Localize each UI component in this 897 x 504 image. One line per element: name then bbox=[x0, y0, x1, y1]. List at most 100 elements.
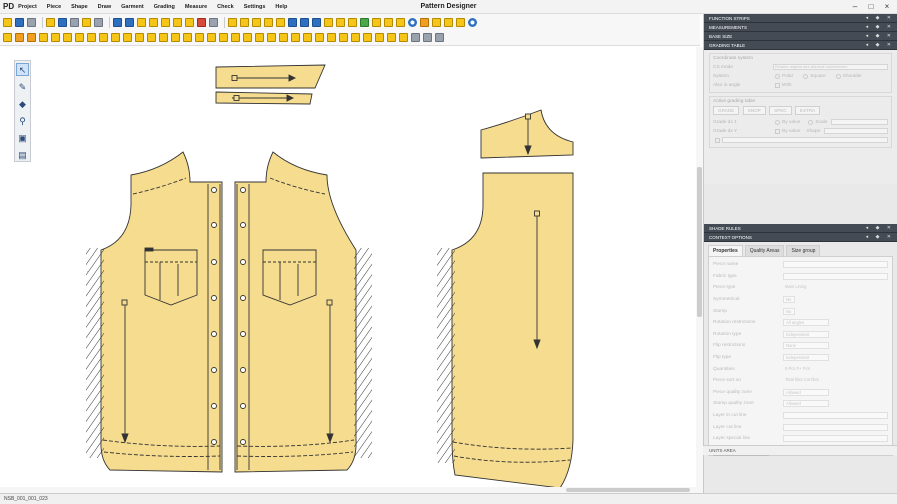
pattern-canvas[interactable] bbox=[0, 47, 703, 487]
shape-tool-icon[interactable] bbox=[195, 33, 204, 42]
flip-restrictions-select[interactable]: None bbox=[783, 342, 829, 350]
measure-icon[interactable] bbox=[276, 17, 285, 27]
measure-icon[interactable] bbox=[228, 17, 237, 27]
marker-icon[interactable] bbox=[324, 17, 333, 27]
marker-icon[interactable] bbox=[348, 17, 357, 27]
dock-base-size[interactable]: BASE SIZE ◂ ◆ ✕ bbox=[704, 32, 897, 41]
zoom-out-icon[interactable] bbox=[300, 17, 309, 27]
table-checkbox[interactable] bbox=[715, 137, 720, 143]
shape-tool-icon[interactable] bbox=[219, 33, 228, 42]
shape-tool-icon[interactable] bbox=[423, 33, 432, 42]
maximize-icon[interactable]: □ bbox=[863, 1, 879, 13]
open-icon[interactable] bbox=[15, 17, 24, 27]
print-icon[interactable] bbox=[94, 17, 103, 27]
radio-scale[interactable] bbox=[808, 119, 814, 125]
dock-controls-icon[interactable]: ◂ ◆ ✕ bbox=[866, 224, 894, 233]
vertical-scrollbar[interactable] bbox=[696, 47, 703, 487]
shape-tool-icon[interactable] bbox=[27, 33, 36, 42]
quantities-field[interactable]: 0 Pcs F+ Pcs bbox=[783, 366, 888, 373]
piece-icon[interactable] bbox=[149, 17, 158, 27]
shape-tool-icon[interactable] bbox=[267, 33, 276, 42]
shape-tool-icon[interactable] bbox=[183, 33, 192, 42]
shape-tool-icon[interactable] bbox=[375, 33, 384, 42]
flip-type-select[interactable]: Independent bbox=[783, 354, 829, 362]
menu-measure[interactable]: Measure bbox=[185, 4, 207, 10]
shape-tool-icon[interactable] bbox=[99, 33, 108, 42]
by-value-checkbox[interactable] bbox=[775, 128, 780, 134]
color-icon[interactable] bbox=[197, 17, 206, 27]
rotation-restrictions-select[interactable]: All angles bbox=[783, 319, 829, 327]
marker-icon[interactable] bbox=[396, 17, 405, 27]
shape-tool-icon[interactable] bbox=[303, 33, 312, 42]
dock-context-options[interactable]: CONTEXT OPTIONS ◂ ◆ ✕ bbox=[704, 233, 897, 242]
shape-tool-icon[interactable] bbox=[39, 33, 48, 42]
shape-tool-icon[interactable] bbox=[339, 33, 348, 42]
belt-piece[interactable] bbox=[215, 64, 326, 89]
spec-button[interactable]: SPEC bbox=[769, 106, 792, 115]
piece-tool-icon[interactable]: ▣ bbox=[16, 131, 29, 144]
scroll-thumb[interactable] bbox=[566, 488, 690, 492]
shape-tool-icon[interactable] bbox=[63, 33, 72, 42]
belt-piece[interactable] bbox=[215, 91, 313, 105]
check-icon[interactable] bbox=[360, 17, 369, 27]
pointer-icon[interactable]: ↖ bbox=[16, 63, 29, 76]
piece-sort-field[interactable]: Total files Cut files bbox=[783, 377, 888, 384]
piece-quality-zone-select[interactable]: Allowed bbox=[783, 388, 829, 396]
grade-dy-field[interactable] bbox=[824, 128, 888, 134]
scroll-thumb[interactable] bbox=[697, 167, 702, 317]
marker-icon[interactable] bbox=[456, 17, 465, 27]
tab-quality-areas[interactable]: Quality Areas bbox=[744, 245, 785, 256]
view-icon[interactable] bbox=[468, 17, 477, 27]
radio-shoulder[interactable] bbox=[835, 73, 841, 79]
pin-icon[interactable]: ⚲ bbox=[16, 114, 29, 127]
tab-size-group[interactable]: Size group bbox=[786, 245, 821, 256]
menu-grading[interactable]: Grading bbox=[154, 4, 175, 10]
rotation-type-select[interactable]: Independent bbox=[783, 330, 829, 338]
with-checkbox[interactable] bbox=[775, 82, 780, 88]
marker-icon[interactable] bbox=[444, 17, 453, 27]
piece-icon[interactable] bbox=[137, 17, 146, 27]
new-piece-icon[interactable] bbox=[3, 17, 12, 27]
menu-check[interactable]: Check bbox=[217, 4, 234, 10]
dock-function-strips[interactable]: FUNCTION STRIPS ◂ ◆ ✕ bbox=[704, 14, 897, 23]
menu-help[interactable]: Help bbox=[275, 4, 287, 10]
zoom-in-icon[interactable] bbox=[288, 17, 297, 27]
stamp-field[interactable]: No bbox=[783, 307, 795, 315]
symmetrical-field[interactable]: No bbox=[783, 296, 795, 304]
shape-tool-icon[interactable] bbox=[123, 33, 132, 42]
front-left-piece[interactable] bbox=[100, 151, 223, 473]
piece-icon[interactable] bbox=[173, 17, 182, 27]
shape-tool-icon[interactable] bbox=[279, 33, 288, 42]
shape-tool-icon[interactable] bbox=[291, 33, 300, 42]
grid-icon[interactable] bbox=[209, 17, 218, 27]
shape-tool-icon[interactable] bbox=[255, 33, 264, 42]
shape-tool-icon[interactable] bbox=[147, 33, 156, 42]
front-right-piece[interactable] bbox=[234, 151, 357, 473]
marker-icon[interactable] bbox=[336, 17, 345, 27]
pen-icon[interactable]: ✎ bbox=[16, 80, 29, 93]
shape-tool-icon[interactable] bbox=[231, 33, 240, 42]
menu-settings[interactable]: Settings bbox=[244, 4, 266, 10]
menu-draw[interactable]: Draw bbox=[98, 4, 111, 10]
measure-icon[interactable] bbox=[264, 17, 273, 27]
marker-icon[interactable] bbox=[384, 17, 393, 27]
redo-icon[interactable] bbox=[125, 17, 134, 27]
dock-controls-icon[interactable]: ◂ ◆ ✕ bbox=[866, 233, 894, 242]
minimize-icon[interactable]: – bbox=[847, 1, 863, 13]
snop-button[interactable]: SNOP bbox=[742, 106, 766, 115]
shape-tool-icon[interactable] bbox=[159, 33, 168, 42]
menu-garment[interactable]: Garment bbox=[121, 4, 144, 10]
dock-controls-icon[interactable]: ◂ ◆ ✕ bbox=[866, 32, 894, 41]
rotate-icon[interactable] bbox=[82, 17, 91, 27]
piece-type-field[interactable]: Main Lining bbox=[783, 284, 888, 291]
info-icon[interactable] bbox=[408, 17, 417, 27]
radio-polar[interactable] bbox=[775, 73, 780, 79]
radio-by-value[interactable] bbox=[775, 119, 780, 125]
dock-controls-icon[interactable]: ◂ ◆ ✕ bbox=[866, 41, 894, 50]
shape-tool-icon[interactable] bbox=[75, 33, 84, 42]
shape-tool-icon[interactable] bbox=[3, 33, 12, 42]
layer-cut-line-field[interactable] bbox=[783, 423, 888, 431]
menu-piece[interactable]: Piece bbox=[47, 4, 61, 10]
stack-icon[interactable]: ▤ bbox=[16, 148, 29, 161]
cut-icon[interactable] bbox=[58, 17, 67, 27]
